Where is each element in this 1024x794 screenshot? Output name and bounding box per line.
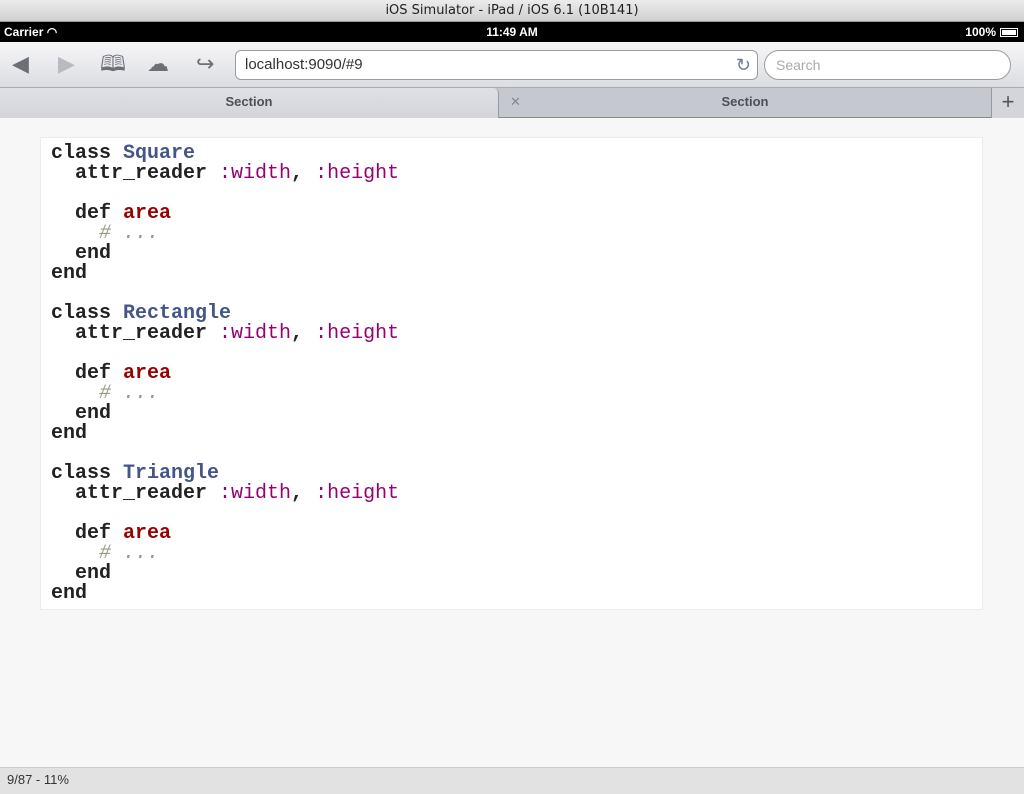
new-tab-button[interactable]: + [991, 88, 1024, 118]
tab-section-1[interactable]: Section [0, 88, 499, 118]
code-line: class Triangle [51, 464, 972, 484]
code-line: end [51, 584, 972, 604]
code-block: class Square attr_reader :width, :height… [40, 137, 983, 610]
code-token: :height [315, 162, 400, 185]
share-icon[interactable]: ↪ [196, 52, 214, 76]
code-token: , [291, 322, 316, 345]
code-token: , [291, 162, 316, 185]
back-arrow-icon[interactable]: ◀ [12, 52, 29, 76]
code-token: :height [315, 482, 400, 505]
window-title: iOS Simulator - iPad / iOS 6.1 (10B141) [0, 0, 1024, 22]
scrollbar[interactable] [1019, 119, 1024, 767]
browser-toolbar: ◀ ▶ 🕮 ☁ ↪ localhost:9090/#9 ↻ Search [0, 42, 1024, 88]
bookmarks-icon[interactable]: 🕮 [100, 52, 126, 76]
code-token: attr_reader [51, 162, 220, 185]
code-token: attr_reader [51, 482, 220, 505]
code-token: :width [219, 322, 292, 345]
clock: 11:49 AM [486, 25, 538, 39]
code-line: end [51, 424, 972, 444]
tab-section-2[interactable]: ✕ Section [500, 88, 990, 118]
code-line: attr_reader :width, :height [51, 164, 972, 184]
code-line: attr_reader :width, :height [51, 484, 972, 504]
code-line: end [51, 404, 972, 424]
code-line: # ... [51, 544, 972, 564]
code-line: class Square [51, 144, 972, 164]
code-line: def area [51, 364, 972, 384]
code-token: end [51, 422, 88, 445]
close-tab-icon[interactable]: ✕ [510, 88, 521, 116]
reload-icon[interactable]: ↻ [736, 51, 751, 79]
url-field[interactable]: localhost:9090/#9 ↻ [235, 50, 758, 80]
code-line: end [51, 244, 972, 264]
code-token: , [291, 482, 316, 505]
tab-bar: Section ✕ Section + [0, 88, 1024, 118]
search-input[interactable]: Search [764, 50, 1011, 80]
code-token: end [51, 262, 88, 285]
progress-footer: 9/87 - 11% [0, 767, 1024, 794]
code-token: :width [219, 482, 292, 505]
code-line: attr_reader :width, :height [51, 324, 972, 344]
code-line: def area [51, 204, 972, 224]
code-line: # ... [51, 224, 972, 244]
status-bar: Carrier ◠ 11:49 AM 100% [0, 22, 1024, 42]
code-line: def area [51, 524, 972, 544]
tab-label: Section [721, 94, 769, 109]
icloud-tabs-icon[interactable]: ☁ [147, 52, 169, 76]
code-token: end [51, 582, 88, 605]
code-line: class Rectangle [51, 304, 972, 324]
battery-percent: 100% [965, 25, 996, 39]
forward-arrow-icon[interactable]: ▶ [58, 52, 75, 76]
code-line: end [51, 564, 972, 584]
code-line: end [51, 264, 972, 284]
url-text: localhost:9090/#9 [245, 56, 363, 73]
code-line: # ... [51, 384, 972, 404]
code-token: attr_reader [51, 322, 220, 345]
battery-icon [1000, 27, 1018, 37]
code-token: :height [315, 322, 400, 345]
code-token: :width [219, 162, 292, 185]
